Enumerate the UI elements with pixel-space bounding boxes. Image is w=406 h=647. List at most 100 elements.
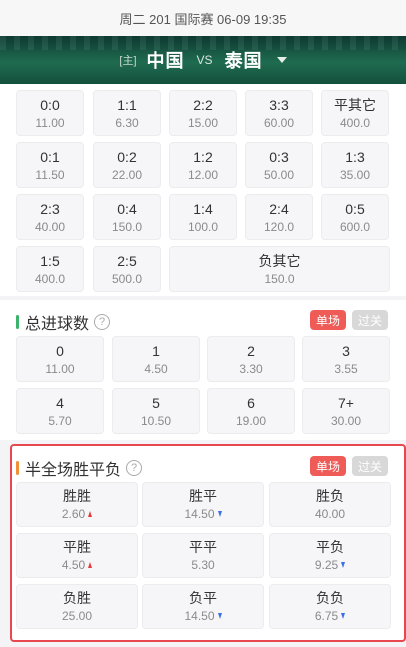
odds-value: 50.00 <box>263 167 295 182</box>
odds-cell[interactable]: 平其它 400.0 <box>321 90 389 136</box>
odds-cell[interactable]: 平平 5.30 <box>142 533 264 578</box>
team-banner[interactable]: [主] 中国 VS 泰国 <box>0 36 406 84</box>
odds-cell[interactable]: 0:3 50.00 <box>245 142 313 188</box>
odds-cell[interactable]: 胜平 14.50 <box>142 482 264 527</box>
odds-cell[interactable]: 0:2 22.00 <box>93 142 161 188</box>
score-odds-panel: 0:0 11.00 1:1 6.30 2:2 15.00 3:3 60.00 平其它 400.0 0… <box>0 84 406 296</box>
odds-value: 3.30 <box>239 361 263 376</box>
odds-cell[interactable]: 0:5 600.0 <box>321 194 389 240</box>
odds-value: 30.00 <box>330 413 362 428</box>
odds-cell[interactable]: 0:1 11.50 <box>16 142 84 188</box>
outcome-label: 1:2 <box>193 148 213 165</box>
odds-value: 600.0 <box>339 219 371 234</box>
outcome-label: 0:0 <box>40 96 60 113</box>
outcome-label: 6 <box>247 394 255 411</box>
outcome-label: 负平 <box>189 590 217 606</box>
outcome-label: 1:1 <box>117 96 137 113</box>
odds-value-wrap: 25.00 <box>62 608 92 624</box>
outcome-label: 0:2 <box>117 148 137 165</box>
odds-cell[interactable]: 3:3 60.00 <box>245 90 313 136</box>
help-icon[interactable]: ? <box>126 460 143 476</box>
odds-cell[interactable]: 1:3 35.00 <box>321 142 389 188</box>
odds-cell[interactable]: 0 11.00 <box>16 336 104 382</box>
odds-cell[interactable]: 1:5 400.0 <box>16 246 84 292</box>
match-info-text: 周二 201 国际赛 06-09 19:35 <box>119 11 287 27</box>
odds-cell[interactable]: 负其它 150.0 <box>169 246 390 292</box>
odds-value: 11.00 <box>45 361 75 376</box>
total-goals-tabs: 单场 过关 <box>304 310 388 330</box>
odds-value-wrap: 5.70 <box>48 413 71 429</box>
outcome-label: 1 <box>152 342 160 359</box>
odds-cell[interactable]: 负平 14.50 <box>142 584 264 629</box>
odds-cell[interactable]: 0:4 150.0 <box>93 194 161 240</box>
chevron-down-icon[interactable] <box>276 57 287 63</box>
odds-cell[interactable]: 1:4 100.0 <box>169 194 237 240</box>
odds-value: 40.00 <box>34 219 66 234</box>
odds-cell[interactable]: 4 5.70 <box>16 388 104 434</box>
total-goals-panel: 总进球数 ? 单场 过关 0 11.00 1 4.50 2 3.30 3 3.55 4 5.70 5… <box>0 300 406 440</box>
odds-value: 400.0 <box>34 271 66 286</box>
outcome-label: 0:3 <box>269 148 289 165</box>
odds-value: 3.55 <box>334 361 358 376</box>
odds-value: 2.60 <box>61 507 86 521</box>
odds-value-wrap: 500.0 <box>112 271 142 287</box>
odds-cell[interactable]: 2:2 15.00 <box>169 90 237 136</box>
odds-cell[interactable]: 7+ 30.00 <box>302 388 390 434</box>
outcome-label: 0:4 <box>117 200 137 217</box>
odds-cell[interactable]: 2 3.30 <box>207 336 295 382</box>
tab-single[interactable]: 单场 <box>310 310 346 330</box>
odds-value: 35.00 <box>339 167 371 182</box>
outcome-label: 负负 <box>316 590 344 606</box>
tab-parlay[interactable]: 过关 <box>352 310 388 330</box>
tab-single[interactable]: 单场 <box>310 456 346 476</box>
odds-cell[interactable]: 2:3 40.00 <box>16 194 84 240</box>
odds-cell[interactable]: 1 4.50 <box>112 336 200 382</box>
outcome-label: 2:5 <box>117 252 137 269</box>
odds-value-wrap: 19.00 <box>236 413 266 429</box>
outcome-label: 负其它 <box>258 252 301 269</box>
odds-value-wrap: 100.0 <box>188 219 218 235</box>
tab-parlay[interactable]: 过关 <box>352 456 388 476</box>
odds-cell[interactable]: 负负 6.75 <box>269 584 391 629</box>
trend-down-icon <box>217 613 222 619</box>
odds-value: 5.70 <box>48 413 72 428</box>
odds-value-wrap: 2.60 <box>61 506 93 522</box>
odds-cell[interactable]: 0:0 11.00 <box>16 90 84 136</box>
odds-value-wrap: 10.50 <box>141 413 171 429</box>
odds-cell[interactable]: 1:2 12.00 <box>169 142 237 188</box>
help-icon[interactable]: ? <box>94 314 111 330</box>
odds-value: 10.50 <box>140 413 172 428</box>
odds-cell[interactable]: 平负 9.25 <box>269 533 391 578</box>
match-info-bar: 周二 201 国际赛 06-09 19:35 <box>0 0 406 36</box>
odds-cell[interactable]: 2:5 500.0 <box>93 246 161 292</box>
odds-value-wrap: 5.30 <box>191 557 214 573</box>
odds-value: 12.00 <box>187 167 219 182</box>
odds-cell[interactable]: 平胜 4.50 <box>16 533 138 578</box>
odds-cell[interactable]: 5 10.50 <box>112 388 200 434</box>
half-full-tabs: 单场 过关 <box>304 456 388 476</box>
odds-value-wrap: 600.0 <box>340 219 370 235</box>
vs-label: VS <box>196 53 213 67</box>
odds-cell[interactable]: 6 19.00 <box>207 388 295 434</box>
outcome-label: 0:5 <box>345 200 365 217</box>
odds-cell[interactable]: 负胜 25.00 <box>16 584 138 629</box>
odds-value-wrap: 6.75 <box>315 608 346 624</box>
outcome-label: 3 <box>342 342 350 359</box>
outcome-label: 平平 <box>189 539 217 555</box>
odds-cell[interactable]: 胜胜 2.60 <box>16 482 138 527</box>
odds-cell[interactable]: 胜负 40.00 <box>269 482 391 527</box>
trend-down-icon <box>341 562 346 568</box>
odds-cell[interactable]: 1:1 6.30 <box>93 90 161 136</box>
odds-cell[interactable]: 2:4 120.0 <box>245 194 313 240</box>
odds-value-wrap: 40.00 <box>35 219 65 235</box>
outcome-label: 平负 <box>316 539 344 555</box>
odds-value-wrap: 150.0 <box>264 271 294 287</box>
odds-value: 500.0 <box>111 271 143 286</box>
odds-cell[interactable]: 3 3.55 <box>302 336 390 382</box>
section-bar <box>16 315 19 329</box>
odds-value-wrap: 4.50 <box>62 557 93 573</box>
odds-value-wrap: 14.50 <box>184 506 222 522</box>
outcome-label: 1:3 <box>345 148 365 165</box>
odds-value: 11.50 <box>35 167 65 182</box>
odds-value-wrap: 120.0 <box>264 219 294 235</box>
